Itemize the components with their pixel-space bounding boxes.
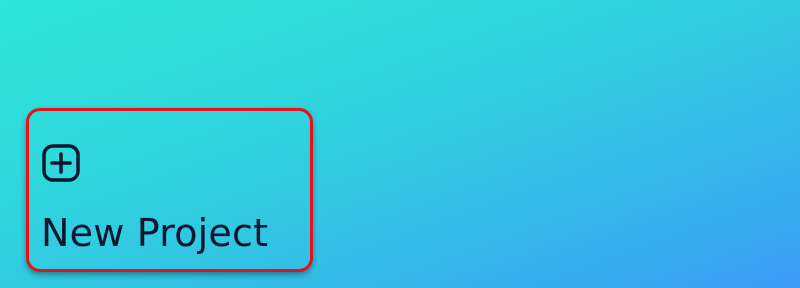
new-project-label: New Project <box>41 211 269 255</box>
plus-square-icon <box>42 144 80 182</box>
gradient-card: New Project <box>0 0 800 288</box>
new-project-button[interactable]: New Project <box>26 108 313 272</box>
